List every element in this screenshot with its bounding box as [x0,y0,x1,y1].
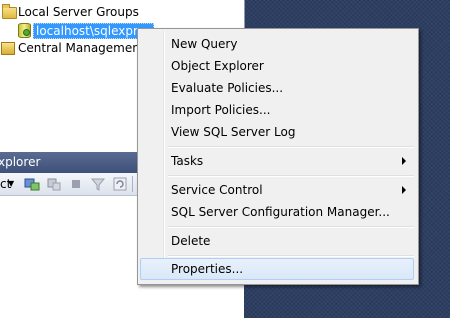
menu-item-label: Service Control [171,183,263,197]
menu-item-view-sql-server-log[interactable]: View SQL Server Log [140,121,414,143]
menu-item-label: Import Policies... [171,103,271,117]
database-server-icon [18,23,31,38]
menu-item-label: Delete [171,234,211,248]
menu-item-tasks[interactable]: Tasks [140,150,414,172]
filter-icon[interactable] [90,176,106,192]
menu-item-import-policies[interactable]: Import Policies... [140,99,414,121]
refresh-icon[interactable] [112,176,128,192]
menu-item-label: Properties... [171,262,244,276]
menu-item-service-control[interactable]: Service Control [140,179,414,201]
submenu-arrow-icon [402,157,406,165]
disconnect-icon[interactable] [46,176,62,192]
toolbar-separator [132,176,133,192]
object-explorer-title: xplorer [0,155,41,169]
menu-item-label: Evaluate Policies... [171,81,284,95]
context-menu: New Query Object Explorer Evaluate Polic… [137,28,419,285]
menu-item-properties[interactable]: Properties... [140,258,414,280]
tree-item-label: Local Server Groups [18,5,139,19]
menu-item-sql-server-configuration-manager[interactable]: SQL Server Configuration Manager... [140,201,414,223]
stop-icon[interactable] [68,176,84,192]
menu-item-label: Tasks [171,154,204,168]
menu-separator [168,255,414,257]
menu-item-label: View SQL Server Log [171,125,296,139]
submenu-arrow-icon [402,186,406,194]
menu-item-evaluate-policies[interactable]: Evaluate Policies... [140,77,414,99]
menu-separator [168,175,414,177]
menu-item-delete[interactable]: Delete [140,230,414,252]
menu-separator [168,226,414,228]
connect-object-explorer-icon[interactable] [24,176,40,192]
menu-item-label: New Query [171,37,238,51]
menu-item-new-query[interactable]: New Query [140,33,414,55]
menu-item-object-explorer[interactable]: Object Explorer [140,55,414,77]
tree-item-label: Central Management S [18,41,156,55]
menu-separator [168,146,414,148]
chevron-down-icon[interactable]: ▼ [8,176,14,192]
menu-item-label: SQL Server Configuration Manager... [171,205,390,219]
central-management-icon [1,42,15,55]
folder-icon [2,4,17,19]
menu-item-label: Object Explorer [171,59,264,73]
